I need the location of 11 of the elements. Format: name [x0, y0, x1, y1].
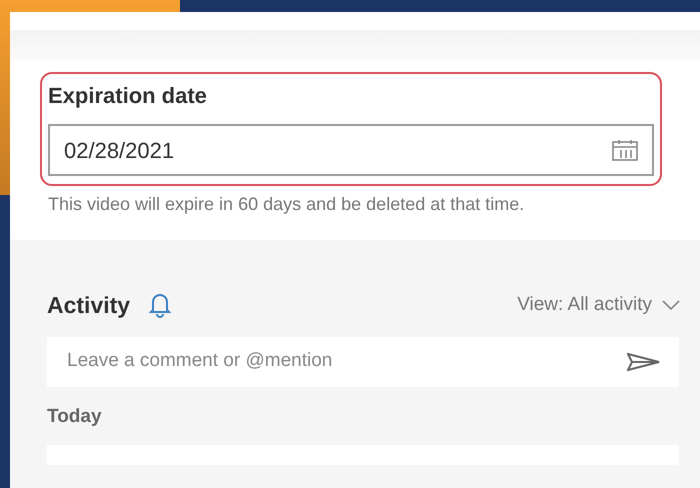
field-label: Expiration date [48, 82, 208, 110]
view-filter-dropdown[interactable]: View: All activity [517, 291, 680, 320]
date-field[interactable]: 02/28/2021 [48, 124, 654, 176]
chevron-down-icon [662, 300, 680, 310]
section-title: Activity [47, 291, 130, 320]
send-icon[interactable] [627, 352, 661, 372]
bell-icon[interactable] [148, 292, 172, 318]
calendar-icon[interactable] [612, 139, 638, 161]
helper-text: This video will expire in 60 days and be deleted at that time. [47, 193, 526, 216]
date-group-heading: Today [47, 404, 103, 428]
comment-field[interactable]: Leave a comment or @mention [47, 336, 679, 386]
